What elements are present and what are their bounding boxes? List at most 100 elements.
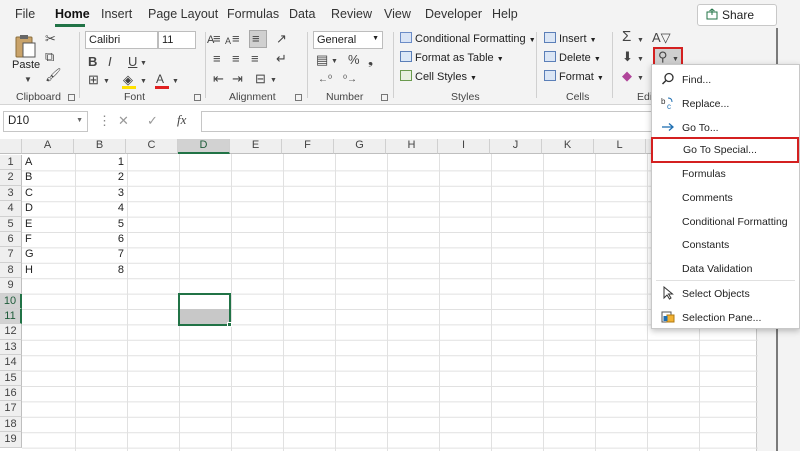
column-header[interactable]: A (22, 139, 74, 154)
menu-item-conditional-formatting[interactable]: Conditional Formatting (652, 210, 799, 234)
fill-color-chevron-icon[interactable]: ▼ (140, 75, 147, 89)
column-header[interactable]: L (594, 139, 646, 154)
column-header[interactable]: G (334, 139, 386, 154)
enter-icon[interactable]: ✓ (147, 114, 158, 128)
row-header[interactable]: 5 (0, 216, 22, 232)
tab-home[interactable]: Home (55, 7, 90, 21)
menu-item-comments[interactable]: Comments (652, 186, 799, 210)
insert-cells-button[interactable]: Insert ▼ (544, 32, 597, 45)
align-top-icon[interactable]: ≡ (213, 32, 221, 46)
menu-item-find[interactable]: Find... (652, 68, 799, 92)
clipboard-launcher-icon[interactable] (68, 94, 75, 101)
sort-filter-icon[interactable]: A▽ (652, 31, 671, 45)
cell-col-b[interactable]: 6 (76, 232, 124, 247)
font-color-chevron-icon[interactable]: ▼ (172, 75, 179, 89)
orientation-icon[interactable]: ↗ (276, 32, 287, 46)
tab-file[interactable]: File (15, 7, 35, 21)
column-header[interactable]: J (490, 139, 542, 154)
tab-formulas[interactable]: Formulas (227, 7, 279, 21)
menu-item-replace[interactable]: bc Replace... (652, 92, 799, 116)
cell-col-a[interactable]: D (25, 201, 73, 216)
column-header[interactable]: F (282, 139, 334, 154)
more-options-icon[interactable]: ⋮ (98, 114, 111, 128)
row-header[interactable]: 10 (0, 293, 22, 309)
number-format-select[interactable]: General ▼ (313, 31, 383, 49)
copy-icon[interactable]: ⧉ (45, 50, 54, 64)
row-header[interactable]: 6 (0, 232, 22, 248)
cell-col-b[interactable]: 8 (76, 263, 124, 278)
cell-col-b[interactable]: 1 (76, 155, 124, 170)
decrease-indent-icon[interactable]: ⇤ (213, 72, 224, 86)
tab-data[interactable]: Data (289, 7, 315, 21)
format-cells-button[interactable]: Format ▼ (544, 70, 604, 83)
fill-icon[interactable]: ⬇ (622, 50, 633, 64)
row-header[interactable]: 15 (0, 370, 22, 386)
decrease-decimal-icon[interactable]: ⁰→ (343, 73, 357, 87)
row-header[interactable]: 17 (0, 401, 22, 417)
borders-chevron-icon[interactable]: ▼ (103, 75, 110, 89)
autosum-icon[interactable]: Σ (622, 29, 631, 44)
column-header-selected[interactable]: D (178, 139, 230, 154)
clear-icon[interactable]: ◆ (622, 69, 632, 83)
select-all-corner[interactable] (0, 139, 22, 154)
cell-col-b[interactable]: 4 (76, 201, 124, 216)
column-header[interactable]: K (542, 139, 594, 154)
tab-developer[interactable]: Developer (425, 7, 482, 21)
paste-chevron-icon[interactable]: ▼ (24, 73, 32, 87)
column-header[interactable]: B (74, 139, 126, 154)
menu-item-select-objects[interactable]: Select Objects (652, 282, 799, 306)
percent-icon[interactable]: % (348, 53, 360, 67)
row-header[interactable]: 11 (0, 309, 22, 325)
row-header[interactable]: 1 (0, 155, 22, 171)
align-right-icon[interactable]: ≡ (251, 52, 259, 66)
clear-chevron-icon[interactable]: ▼ (637, 72, 644, 86)
name-box[interactable]: D10 ▼ (3, 111, 88, 132)
cell-col-a[interactable]: E (25, 217, 73, 232)
align-middle-icon[interactable]: ≡ (232, 32, 240, 46)
align-left-icon[interactable]: ≡ (213, 52, 221, 66)
row-header[interactable]: 18 (0, 416, 22, 433)
underline-chevron-icon[interactable]: ▼ (140, 57, 147, 71)
alignment-launcher-icon[interactable] (295, 94, 302, 101)
accounting-chevron-icon[interactable]: ▼ (331, 55, 338, 69)
menu-item-formulas[interactable]: Formulas (652, 162, 799, 186)
font-color-icon[interactable]: A (156, 72, 164, 86)
borders-icon[interactable]: ⊞ (88, 73, 99, 87)
number-launcher-icon[interactable] (381, 94, 388, 101)
tab-review[interactable]: Review (331, 7, 372, 21)
cell-col-a[interactable]: F (25, 232, 73, 247)
row-header[interactable]: 3 (0, 185, 22, 202)
menu-item-selection-pane[interactable]: Selection Pane... (652, 306, 799, 330)
row-header[interactable]: 7 (0, 247, 22, 263)
font-name-select[interactable]: Calibri (85, 31, 158, 49)
format-as-table-button[interactable]: Format as Table ▼ (400, 51, 504, 64)
decrease-font-icon[interactable]: A (225, 34, 231, 48)
row-header[interactable]: 8 (0, 262, 22, 279)
column-header[interactable]: H (386, 139, 438, 154)
tab-help[interactable]: Help (492, 7, 518, 21)
fill-chevron-icon[interactable]: ▼ (637, 53, 644, 67)
cut-icon[interactable]: ✂ (45, 32, 56, 46)
delete-cells-button[interactable]: Delete ▼ (544, 51, 601, 64)
format-painter-icon[interactable]: 🖌 (45, 68, 62, 82)
align-center-icon[interactable]: ≡ (232, 52, 240, 66)
share-button[interactable]: Share (697, 4, 777, 26)
align-bottom-button[interactable]: ≡ (249, 30, 267, 48)
comma-style-icon[interactable]: ❟ (368, 53, 373, 67)
conditional-formatting-button[interactable]: Conditional Formatting ▼ (400, 32, 536, 45)
merge-chevron-icon[interactable]: ▼ (270, 74, 277, 88)
cancel-icon[interactable]: ✕ (118, 114, 129, 128)
accounting-icon[interactable]: ▤ (316, 53, 328, 67)
font-launcher-icon[interactable] (194, 94, 201, 101)
cell-col-b[interactable]: 2 (76, 170, 124, 185)
column-header[interactable]: I (438, 139, 490, 154)
tab-insert[interactable]: Insert (101, 7, 132, 21)
menu-item-go-to-special[interactable]: Go To Special... (651, 137, 799, 163)
wrap-text-icon[interactable]: ↵ (276, 52, 287, 66)
font-size-select[interactable]: 11 (158, 31, 196, 49)
row-header[interactable]: 14 (0, 355, 22, 371)
merge-center-icon[interactable]: ⊟ (255, 72, 266, 86)
menu-item-data-validation[interactable]: Data Validation (652, 257, 799, 281)
increase-decimal-icon[interactable]: ←⁰ (318, 73, 332, 87)
insert-function-icon[interactable]: fx (177, 113, 186, 127)
